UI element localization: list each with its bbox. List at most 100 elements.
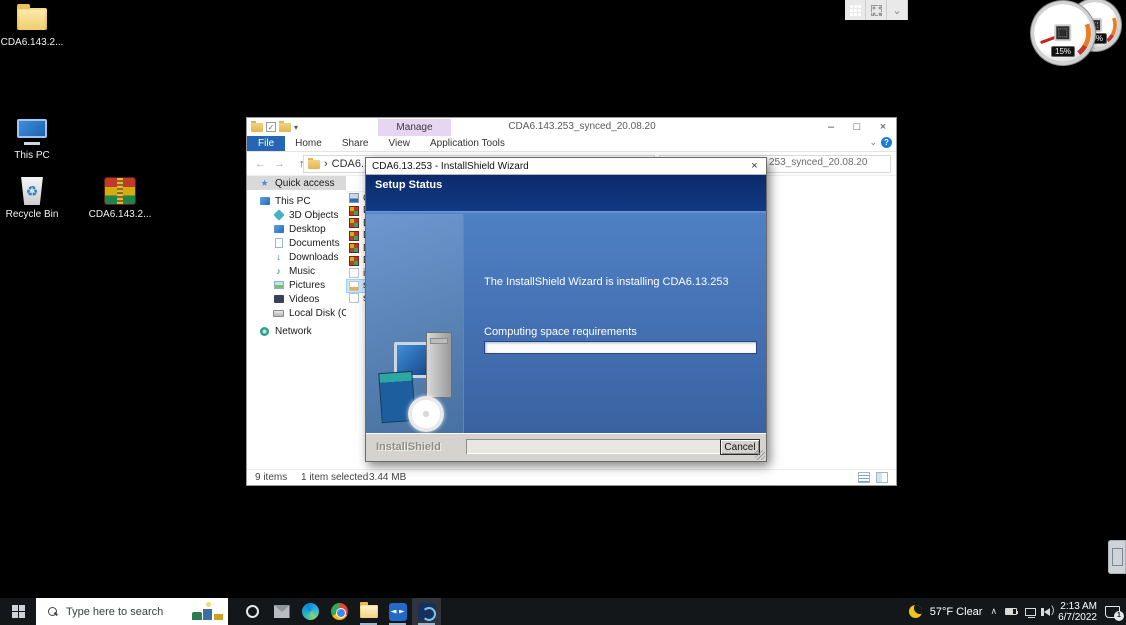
- desktop-icon-label: Recycle Bin: [0, 209, 64, 220]
- cab-file-icon: [349, 256, 359, 266]
- document-file-icon: [349, 268, 359, 278]
- qat-dropdown-icon[interactable]: ▾: [294, 123, 298, 132]
- chrome-icon: [331, 603, 348, 620]
- 3d-objects-icon: [273, 210, 284, 221]
- search-decoration: [190, 602, 226, 621]
- manage-contextual-tab[interactable]: Manage: [378, 119, 451, 136]
- progress-status-label: Computing space requirements: [484, 326, 637, 338]
- clock[interactable]: 2:13 AM 6/7/2022: [1058, 601, 1097, 623]
- installer-button[interactable]: [412, 598, 441, 625]
- mail-icon: [274, 605, 290, 618]
- start-button[interactable]: [0, 598, 36, 625]
- desktop-icon-recycle-bin[interactable]: ♻ Recycle Bin: [0, 176, 64, 220]
- sidebar-item-network[interactable]: Network: [247, 324, 346, 338]
- folder-icon: [251, 123, 263, 132]
- dialog-body: The InstallShield Wizard is installing C…: [366, 214, 766, 435]
- close-button[interactable]: ×: [870, 118, 896, 136]
- dialog-header: Setup Status: [366, 175, 766, 211]
- volume-icon[interactable]: [1044, 608, 1050, 616]
- file-explorer-button[interactable]: [354, 598, 383, 625]
- tab-application-tools[interactable]: Application Tools: [420, 136, 515, 151]
- teamviewer-button[interactable]: [383, 598, 412, 625]
- sidebar-item-desktop[interactable]: Desktop: [247, 222, 346, 236]
- recycle-bin-icon: ♻: [19, 177, 45, 205]
- sidebar-item-this-pc[interactable]: This PC: [247, 194, 346, 208]
- tab-share[interactable]: Share: [332, 136, 379, 151]
- search-placeholder: Type here to search: [66, 606, 163, 618]
- windows-logo-icon: [12, 605, 25, 618]
- help-icon[interactable]: ?: [881, 137, 892, 148]
- dialog-title: CDA6.13.253 - InstallShield Wizard: [366, 161, 529, 172]
- remote-overlay-toolbar: ⌄: [845, 0, 908, 20]
- sidebar-item-local-disk-c[interactable]: Local Disk (C:): [247, 306, 346, 320]
- properties-icon[interactable]: ✓: [266, 122, 276, 132]
- document-file-icon: [349, 293, 359, 303]
- tab-view[interactable]: View: [379, 136, 421, 151]
- back-icon[interactable]: ←: [255, 158, 266, 170]
- notification-badge: 1: [1114, 611, 1124, 621]
- selection-count: 1 item selected: [301, 472, 368, 483]
- teamviewer-icon: [389, 603, 407, 621]
- resize-grip[interactable]: [755, 450, 765, 460]
- battery-icon[interactable]: [1005, 608, 1017, 615]
- installing-message: The InstallShield Wizard is installing C…: [484, 276, 749, 288]
- edge-panel-handle[interactable]: [1108, 540, 1126, 574]
- network-icon[interactable]: [1025, 608, 1036, 616]
- edge-button[interactable]: [296, 598, 325, 625]
- cortana-button[interactable]: [238, 598, 267, 625]
- dialog-titlebar[interactable]: CDA6.13.253 - InstallShield Wizard ×: [366, 158, 766, 175]
- computer-icon: [259, 196, 270, 207]
- quick-access-toolbar: ✓ ▾: [247, 122, 298, 132]
- new-folder-icon[interactable]: [279, 123, 291, 132]
- sidebar-item-quick-access[interactable]: ★Quick access: [247, 176, 346, 190]
- desktop-icon-cda-archive[interactable]: CDA6.143.2...: [88, 176, 152, 220]
- edge-icon: [302, 603, 319, 620]
- grid-icon[interactable]: [845, 0, 866, 20]
- minimize-button[interactable]: –: [818, 118, 844, 136]
- downloads-icon: ↓: [273, 252, 284, 263]
- taskbar-search-input[interactable]: Type here to search: [36, 598, 228, 625]
- disk-icon: [273, 308, 284, 319]
- installshield-wizard-dialog: CDA6.13.253 - InstallShield Wizard × Set…: [365, 157, 767, 462]
- chrome-button[interactable]: [325, 598, 354, 625]
- cab-file-icon: [349, 243, 359, 253]
- collapse-icon[interactable]: ⌄: [887, 0, 908, 20]
- installshield-brand: InstallShield: [376, 441, 441, 453]
- action-center-icon[interactable]: 1: [1105, 606, 1120, 618]
- cancel-button[interactable]: Cancel: [720, 439, 760, 455]
- music-icon: ♪: [273, 266, 284, 277]
- dialog-close-button[interactable]: ×: [746, 159, 763, 173]
- dialog-footer: InstallShield Cancel: [366, 433, 766, 461]
- tab-home[interactable]: Home: [285, 136, 332, 151]
- sidebar-item-videos[interactable]: Videos: [247, 292, 346, 306]
- ribbon-collapse-icon[interactable]: ⌄: [869, 137, 877, 148]
- cd-graphic-icon: [408, 396, 444, 432]
- tray-expand-icon[interactable]: ∧: [990, 606, 997, 617]
- ribbon-tabs: File Home Share View Application Tools: [247, 136, 896, 152]
- desktop-icon-label: CDA6.143.2...: [0, 37, 64, 48]
- thumbnail-view-icon[interactable]: [876, 472, 888, 483]
- sidebar-item-downloads[interactable]: ↓Downloads: [247, 250, 346, 264]
- cpu-gauge-primary[interactable]: 15%: [1034, 4, 1092, 62]
- setup-file-icon: [349, 281, 359, 291]
- folder-icon: [17, 8, 47, 30]
- tower-graphic-icon: [426, 332, 452, 398]
- desktop-icon-cda-folder[interactable]: CDA6.143.2...: [0, 4, 64, 48]
- desktop-icon-this-pc[interactable]: This PC: [0, 117, 64, 161]
- weather-moon-icon[interactable]: [909, 605, 922, 618]
- installer-artwork: [366, 214, 464, 435]
- forward-icon[interactable]: →: [274, 158, 285, 170]
- system-tray: 57°F Clear ∧ 2:13 AM 6/7/2022 1: [909, 598, 1126, 625]
- expand-icon[interactable]: [866, 0, 887, 20]
- sidebar-item-3d-objects[interactable]: 3D Objects: [247, 208, 346, 222]
- setup-status-heading: Setup Status: [366, 175, 766, 191]
- explorer-titlebar[interactable]: ✓ ▾ Manage CDA6.143.253_synced_20.08.20 …: [247, 118, 896, 136]
- sidebar-item-pictures[interactable]: Pictures: [247, 278, 346, 292]
- sidebar-item-music[interactable]: ♪Music: [247, 264, 346, 278]
- sidebar-item-documents[interactable]: Documents: [247, 236, 346, 250]
- maximize-button[interactable]: □: [844, 118, 870, 136]
- details-view-icon[interactable]: [858, 472, 870, 483]
- weather-text[interactable]: 57°F Clear: [930, 606, 983, 618]
- mail-button[interactable]: [267, 598, 296, 625]
- tab-file[interactable]: File: [247, 136, 285, 151]
